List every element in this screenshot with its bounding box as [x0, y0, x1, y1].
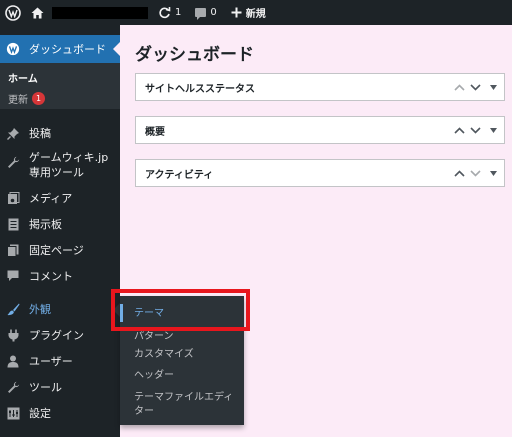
toggle-triangle-icon[interactable]	[488, 82, 498, 92]
updates-count: 1	[175, 7, 182, 18]
postbox-title: 概要	[145, 126, 165, 138]
menu-settings-label: 設定	[29, 406, 51, 420]
menu-gamewiki-tools-label: ゲームウィキ.jp 専用ツール	[29, 151, 109, 179]
menu-pages[interactable]: 固定ページ	[0, 240, 120, 260]
postbox-overview: 概要	[135, 116, 505, 144]
new-content-link[interactable]: 新規	[231, 0, 266, 25]
toggle-triangle-icon[interactable]	[488, 168, 498, 178]
submenu-updates[interactable]: 更新 1	[8, 91, 45, 106]
page-title: ダッシュボード	[135, 45, 254, 65]
menu-comments[interactable]: コメント	[0, 266, 120, 286]
settings-icon	[5, 405, 21, 421]
comments-count: 0	[210, 7, 217, 18]
refresh-icon	[158, 6, 171, 19]
menu-users-label: ユーザー	[29, 354, 73, 368]
admin-bar: 1 0 新規	[0, 0, 512, 25]
updates-link[interactable]: 1	[158, 0, 181, 25]
chevron-up-icon[interactable]	[453, 81, 465, 93]
user-icon	[5, 353, 21, 369]
menu-dashboard[interactable]: ダッシュボード	[0, 35, 120, 63]
menu-posts-label: 投稿	[29, 126, 51, 140]
comments-link[interactable]: 0	[195, 0, 217, 25]
comment-icon	[5, 268, 21, 284]
menu-plugins[interactable]: プラグイン	[0, 325, 120, 345]
menu-comments-label: コメント	[29, 269, 73, 283]
admin-sidebar: ダッシュボード ホーム 更新 1 投稿 ゲームウィキ.jp 専用ツール メディア…	[0, 25, 120, 437]
document-icon	[5, 216, 21, 232]
menu-gamewiki-tools[interactable]: ゲームウィキ.jp 専用ツール	[0, 150, 120, 184]
wordpress-logo-icon[interactable]	[0, 0, 26, 25]
current-item-indicator	[120, 304, 123, 322]
chevron-up-icon[interactable]	[453, 124, 465, 136]
comment-bubble-icon	[195, 8, 207, 20]
flyout-item-theme-file-editor[interactable]: テーマファイルエディ ター	[134, 391, 233, 419]
pages-icon	[5, 242, 21, 258]
flyout-item-themes[interactable]: テーマ	[134, 307, 164, 320]
menu-tools-label: ツール	[29, 380, 62, 394]
chevron-down-icon[interactable]	[469, 167, 481, 179]
postbox-title: アクティビティ	[145, 169, 214, 181]
plus-icon	[231, 7, 242, 18]
menu-settings[interactable]: 設定	[0, 403, 120, 423]
dashboard-icon	[5, 41, 21, 57]
flyout-item-customize[interactable]: カスタマイズ	[134, 348, 194, 361]
flyout-item-patterns[interactable]: パターン	[134, 330, 174, 343]
toggle-triangle-icon[interactable]	[488, 125, 498, 135]
menu-dashboard-label: ダッシュボード	[29, 42, 106, 56]
postbox-site-health: サイトヘルスステータス	[135, 73, 505, 101]
home-icon[interactable]	[26, 0, 48, 25]
paintbrush-icon	[5, 301, 21, 317]
site-name-redacted[interactable]	[52, 6, 148, 19]
plugin-icon	[5, 327, 21, 343]
postbox-title: サイトヘルスステータス	[145, 83, 255, 95]
postbox-activity: アクティビティ	[135, 159, 505, 187]
menu-bbs[interactable]: 掲示板	[0, 214, 120, 234]
pushpin-icon	[5, 125, 21, 141]
media-icon	[5, 190, 21, 206]
menu-tools[interactable]: ツール	[0, 377, 120, 397]
updates-badge: 1	[32, 92, 45, 105]
submenu-home[interactable]: ホーム	[8, 70, 38, 85]
new-label: 新規	[245, 9, 266, 20]
dashboard-submenu: ホーム 更新 1	[0, 63, 120, 109]
flyout-item-header[interactable]: ヘッダー	[134, 369, 174, 382]
wrench-icon	[5, 154, 21, 170]
submenu-updates-label: 更新	[8, 95, 28, 106]
menu-bbs-label: 掲示板	[29, 217, 62, 231]
chevron-down-icon[interactable]	[469, 81, 481, 93]
menu-users[interactable]: ユーザー	[0, 351, 120, 371]
menu-appearance[interactable]: 外観	[0, 299, 120, 319]
chevron-up-icon[interactable]	[453, 167, 465, 179]
menu-media-label: メディア	[29, 191, 73, 205]
menu-pages-label: 固定ページ	[29, 243, 84, 257]
menu-media[interactable]: メディア	[0, 188, 120, 208]
wrench-icon	[5, 379, 21, 395]
menu-plugins-label: プラグイン	[29, 328, 84, 342]
chevron-down-icon[interactable]	[469, 124, 481, 136]
appearance-flyout-menu: テーマ パターン カスタマイズ ヘッダー テーマファイルエディ ター	[120, 296, 244, 425]
menu-appearance-label: 外観	[29, 302, 51, 316]
menu-posts[interactable]: 投稿	[0, 123, 120, 143]
